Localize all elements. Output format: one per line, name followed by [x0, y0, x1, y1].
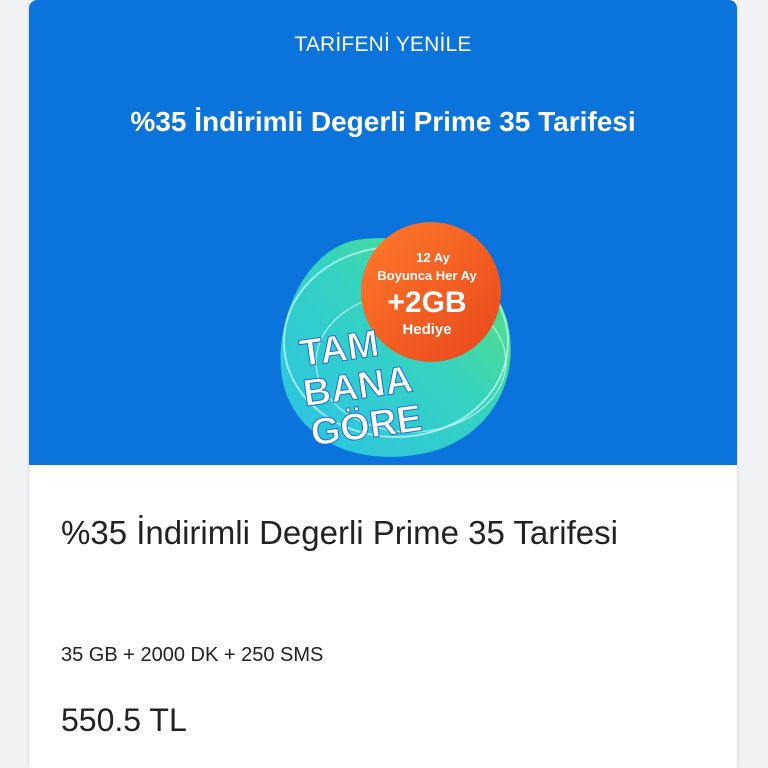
plan-price: 550.5 TL [61, 702, 187, 738]
hero-title: %35 İndirimli Degerli Prime 35 Tarifesi [130, 106, 636, 137]
badge-amount: +2GB [387, 286, 466, 319]
badge-line2: Boyunca Her Ay [377, 268, 477, 283]
hero-banner: TARİFENİ YENİLE %35 İndirimli Degerli Pr… [29, 0, 737, 465]
badge-gift: Hediye [402, 321, 451, 338]
badge-line1: 12 Ay [416, 250, 450, 265]
promo-badge: 12 Ay Boyunca Her Ay +2GB Hediye TAM BAN… [261, 222, 511, 462]
tariff-card[interactable]: TARİFENİ YENİLE %35 İndirimli Degerli Pr… [29, 0, 737, 768]
plan-allowance: 35 GB + 2000 DK + 250 SMS [61, 644, 324, 666]
promo-badge-graphic: 12 Ay Boyunca Her Ay +2GB Hediye TAM BAN… [280, 222, 511, 457]
renew-tariff-label: TARİFENİ YENİLE [294, 33, 472, 56]
plan-title: %35 İndirimli Degerli Prime 35 Tarifesi [61, 514, 618, 551]
